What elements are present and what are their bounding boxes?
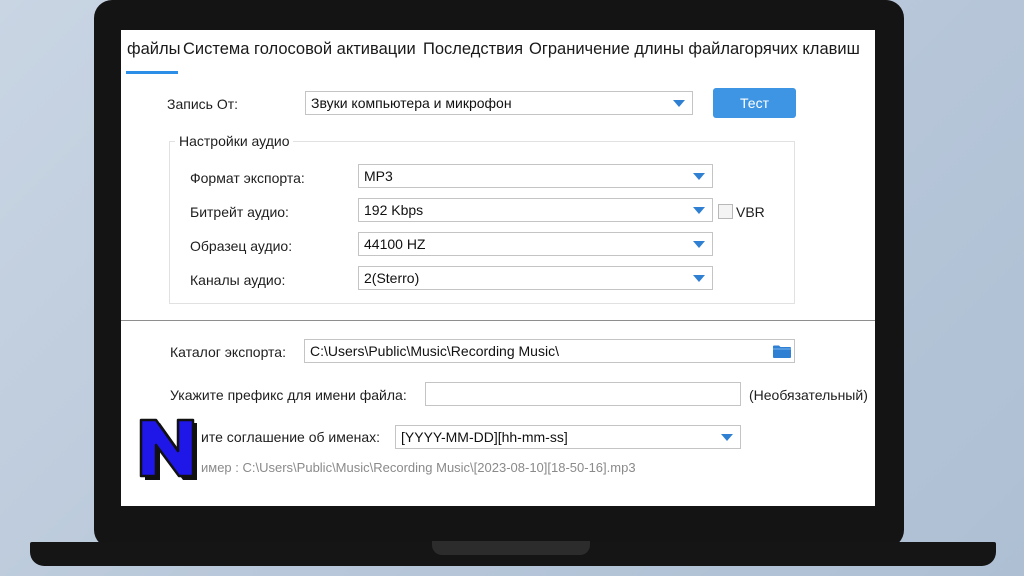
bitrate-label: Битрейт аудио: [190, 204, 289, 220]
chevron-down-icon [693, 241, 705, 248]
sample-label: Образец аудио: [190, 238, 293, 254]
test-button[interactable]: Тест [713, 88, 796, 118]
audio-settings-title: Настройки аудио [175, 133, 294, 149]
format-label: Формат экспорта: [190, 170, 305, 186]
channels-select[interactable]: 2(Sterro) [358, 266, 713, 290]
tab-voice-activation[interactable]: Система голосовой активации [183, 38, 416, 60]
export-catalog-input[interactable]: C:\Users\Public\Music\Recording Music\ [304, 339, 795, 363]
section-divider [121, 320, 875, 321]
tab-hotkeys[interactable]: горячих клавиш [739, 38, 860, 60]
prefix-input[interactable] [425, 382, 741, 406]
format-select[interactable]: MP3 [358, 164, 713, 188]
prefix-label: Укажите префикс для имени файла: [170, 387, 407, 403]
filename-example: имер : C:\Users\Public\Music\Recording M… [201, 460, 636, 475]
laptop-notch [432, 541, 590, 555]
settings-window: файлы Система голосовой активации Послед… [121, 30, 875, 506]
tab-effects[interactable]: Последствия [423, 38, 523, 60]
active-tab-indicator [126, 71, 178, 74]
prefix-optional-hint: (Необязательный) [749, 387, 868, 403]
chevron-down-icon [693, 207, 705, 214]
record-from-label: Запись От: [167, 96, 239, 112]
chevron-down-icon [721, 434, 733, 441]
bitrate-select[interactable]: 192 Kbps [358, 198, 713, 222]
folder-icon[interactable] [773, 345, 791, 358]
vbr-checkbox[interactable] [718, 204, 733, 219]
naming-label: ите соглашение об именах: [201, 429, 381, 445]
record-from-value: Звуки компьютера и микрофон [311, 95, 512, 111]
naming-value: [YYYY-MM-DD][hh-mm-ss] [401, 429, 568, 445]
n-logo-icon [139, 418, 197, 480]
export-catalog-label: Каталог экспорта: [170, 344, 286, 360]
record-from-select[interactable]: Звуки компьютера и микрофон [305, 91, 693, 115]
channels-value: 2(Sterro) [364, 270, 420, 286]
channels-label: Каналы аудио: [190, 272, 286, 288]
tab-files[interactable]: файлы [127, 38, 180, 60]
format-value: MP3 [364, 168, 393, 184]
chevron-down-icon [693, 173, 705, 180]
export-catalog-value: C:\Users\Public\Music\Recording Music\ [310, 343, 559, 359]
sample-select[interactable]: 44100 HZ [358, 232, 713, 256]
tab-file-length-limit[interactable]: Ограничение длины файла [529, 38, 739, 60]
chevron-down-icon [673, 100, 685, 107]
bitrate-value: 192 Kbps [364, 202, 424, 218]
vbr-label: VBR [736, 204, 765, 220]
tab-bar: файлы Система голосовой активации Послед… [121, 30, 875, 74]
chevron-down-icon [693, 275, 705, 282]
sample-value: 44100 HZ [364, 236, 426, 252]
naming-select[interactable]: [YYYY-MM-DD][hh-mm-ss] [395, 425, 741, 449]
